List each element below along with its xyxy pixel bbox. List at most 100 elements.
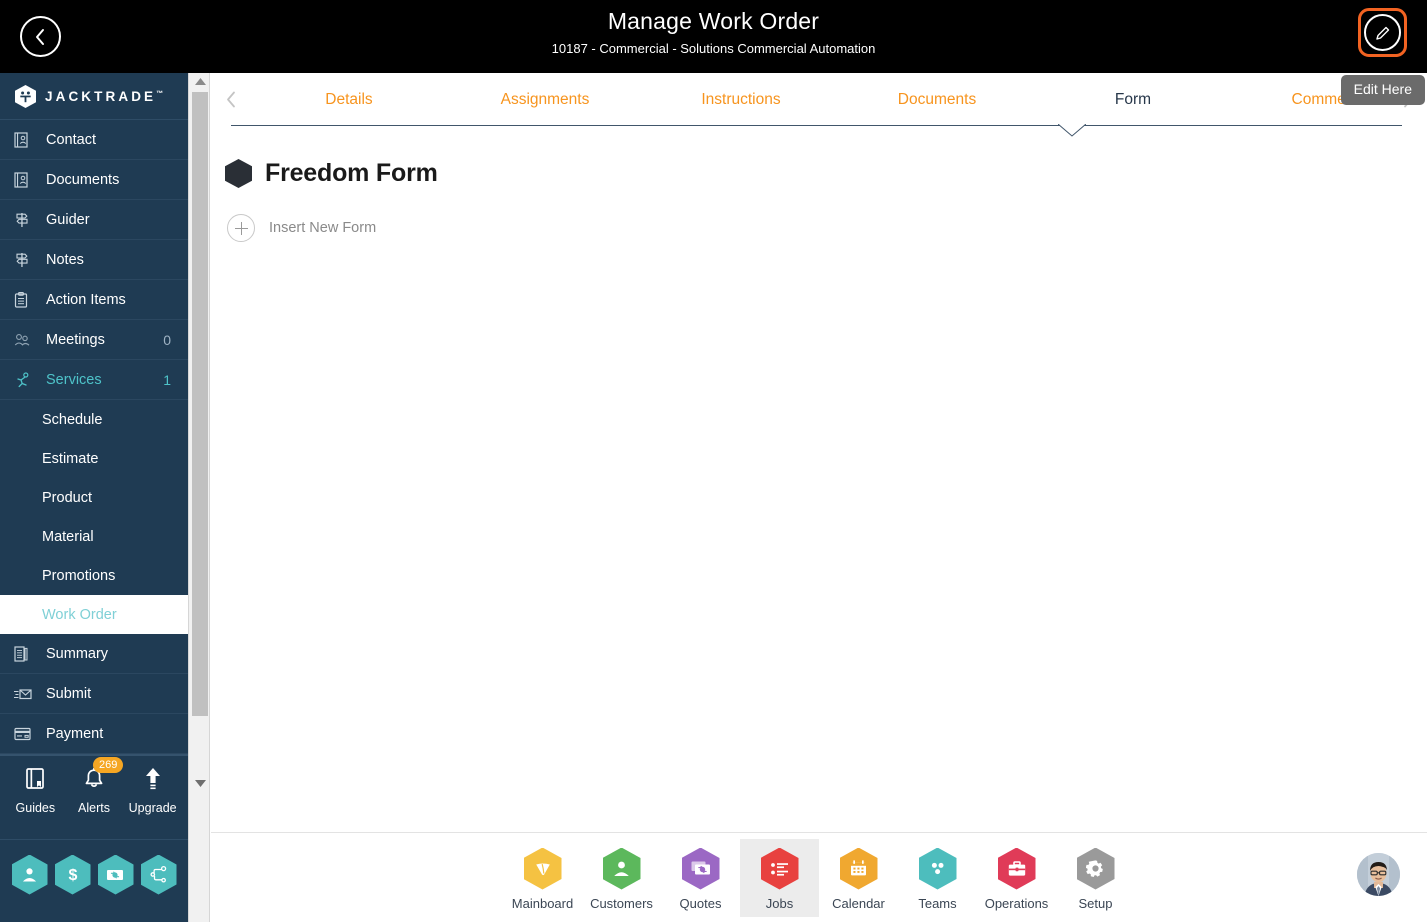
bottom-nav: Mainboard Customers Quotes Jobs Calendar…	[211, 832, 1427, 922]
form-panel: Freedom Form Insert New Form	[211, 126, 1427, 242]
main-content: Details Assignments Instructions Documen…	[211, 73, 1427, 832]
insert-new-form-button[interactable]: Insert New Form	[225, 214, 1427, 242]
alerts-button[interactable]: 269 Alerts	[66, 756, 124, 815]
guides-button[interactable]: Guides	[7, 767, 63, 815]
nav-calendar[interactable]: Calendar	[819, 839, 898, 917]
tab-underline	[231, 125, 1402, 126]
briefcase-icon	[997, 847, 1036, 890]
sidebar-item-documents[interactable]: Documents	[0, 160, 188, 200]
sidebar-scrollbar-lower[interactable]	[188, 758, 210, 922]
user-avatar[interactable]	[1357, 853, 1400, 896]
clipboard-icon	[14, 291, 36, 308]
sidebar-item-label: Submit	[46, 685, 92, 702]
upgrade-button[interactable]: Upgrade	[125, 767, 181, 815]
sidebar-subitem-work-order[interactable]: Work Order	[0, 595, 188, 634]
sidebar-subitem-schedule[interactable]: Schedule	[0, 400, 188, 439]
active-tab-notch	[1058, 124, 1086, 138]
brand-logo[interactable]: JACKTRADE™	[0, 73, 188, 120]
payment-card-icon	[14, 727, 36, 741]
nav-customers[interactable]: Customers	[582, 839, 661, 917]
app-root: Manage Work Order 10187 - Commercial - S…	[0, 0, 1427, 922]
nav-quotes[interactable]: Quotes	[661, 839, 740, 917]
tab-instructions[interactable]: Instructions	[643, 73, 839, 126]
sidebar-quick-actions: Guides 269 Alerts Upgrade	[0, 754, 188, 825]
sidebar-item-submit[interactable]: Submit	[0, 674, 188, 714]
sidebar-subitem-promotions[interactable]: Promotions	[0, 556, 188, 595]
nav-mainboard[interactable]: Mainboard	[503, 839, 582, 917]
teams-dots-icon	[918, 847, 957, 890]
tab-documents[interactable]: Documents	[839, 73, 1035, 126]
sidebar-bottom-strip	[0, 909, 188, 922]
up-arrow-icon	[142, 767, 164, 796]
nav-operations[interactable]: Operations	[977, 839, 1056, 917]
contact-card-icon	[14, 131, 36, 148]
signpost-icon	[14, 212, 36, 228]
tab-form[interactable]: Form	[1035, 73, 1231, 126]
sidebar-subitem-label: Promotions	[42, 567, 116, 584]
sidebar-item-contact[interactable]: Contact	[0, 120, 188, 160]
tab-bar: Details Assignments Instructions Documen…	[211, 73, 1427, 137]
sidebar-item-label: Summary	[46, 645, 109, 662]
tab-list: Details Assignments Instructions Documen…	[251, 73, 1427, 126]
sidebar-subitem-label: Estimate	[42, 450, 99, 467]
sidebar-hex-row: $	[0, 839, 188, 909]
alerts-label: Alerts	[78, 800, 110, 815]
tab-details[interactable]: Details	[251, 73, 447, 126]
form-title: Freedom Form	[265, 159, 438, 187]
trademark-symbol: ™	[156, 90, 164, 97]
sidebar-scrollbar[interactable]	[188, 73, 210, 758]
nav-label: Quotes	[679, 895, 722, 911]
person-icon	[602, 847, 641, 890]
page-subtitle: 10187 - Commercial - Solutions Commercia…	[551, 41, 876, 56]
workflow-hex-button[interactable]	[140, 854, 177, 895]
hexagon-icon	[225, 159, 252, 188]
sidebar-subitem-product[interactable]: Product	[0, 478, 188, 517]
sidebar-item-label: Contact	[46, 131, 96, 148]
tab-prev-button[interactable]	[211, 73, 251, 126]
money-hex-button[interactable]: $	[54, 854, 91, 895]
sidebar-subitem-estimate[interactable]: Estimate	[0, 439, 188, 478]
nav-label: Jobs	[765, 895, 794, 911]
brand-name: JACKTRADE™	[45, 89, 163, 104]
meetings-icon	[14, 332, 36, 347]
transfer-hex-button[interactable]	[97, 854, 134, 895]
services-icon	[14, 371, 36, 388]
upgrade-label: Upgrade	[128, 800, 177, 815]
sidebar-subitem-label: Schedule	[42, 411, 103, 428]
sidebar-item-count: 1	[163, 371, 171, 388]
nav-teams[interactable]: Teams	[898, 839, 977, 917]
sidebar-item-summary[interactable]: Summary	[0, 634, 188, 674]
tab-assignments[interactable]: Assignments	[447, 73, 643, 126]
sidebar-item-label: Services	[46, 371, 102, 388]
scroll-down-icon[interactable]	[189, 775, 211, 792]
sidebar-item-payment[interactable]: Payment	[0, 714, 188, 754]
sidebar-item-label: Guider	[46, 211, 90, 228]
sidebar-subitem-label: Work Order	[42, 606, 117, 623]
insert-new-form-label: Insert New Form	[269, 220, 377, 236]
sidebar-item-action-items[interactable]: Action Items	[0, 280, 188, 320]
scrollbar-thumb[interactable]	[192, 92, 208, 716]
nav-label: Operations	[984, 895, 1049, 911]
quote-bill-icon	[681, 847, 720, 890]
nav-setup[interactable]: Setup	[1056, 839, 1135, 917]
sidebar-item-services[interactable]: Services 1	[0, 360, 188, 400]
nav-label: Teams	[918, 895, 957, 911]
money-exchange-icon	[97, 854, 134, 895]
nav-jobs[interactable]: Jobs	[740, 838, 819, 917]
sidebar-subitem-material[interactable]: Material	[0, 517, 188, 556]
workflow-icon	[140, 854, 177, 895]
sidebar-item-count: 0	[163, 331, 171, 348]
pencil-icon	[1364, 14, 1401, 51]
user-hex-button[interactable]	[11, 854, 48, 895]
edit-button[interactable]	[1358, 8, 1407, 57]
page-title: Manage Work Order	[607, 8, 820, 34]
sidebar-item-meetings[interactable]: Meetings 0	[0, 320, 188, 360]
sidebar-item-guider[interactable]: Guider	[0, 200, 188, 240]
sidebar-item-label: Documents	[46, 171, 120, 188]
sidebar-item-label: Payment	[46, 725, 104, 742]
sidebar-item-notes[interactable]: Notes	[0, 240, 188, 280]
signpost-icon	[14, 252, 36, 268]
person-icon	[11, 854, 48, 895]
edit-here-tooltip: Edit Here	[1340, 75, 1425, 105]
scroll-up-icon[interactable]	[189, 73, 211, 90]
